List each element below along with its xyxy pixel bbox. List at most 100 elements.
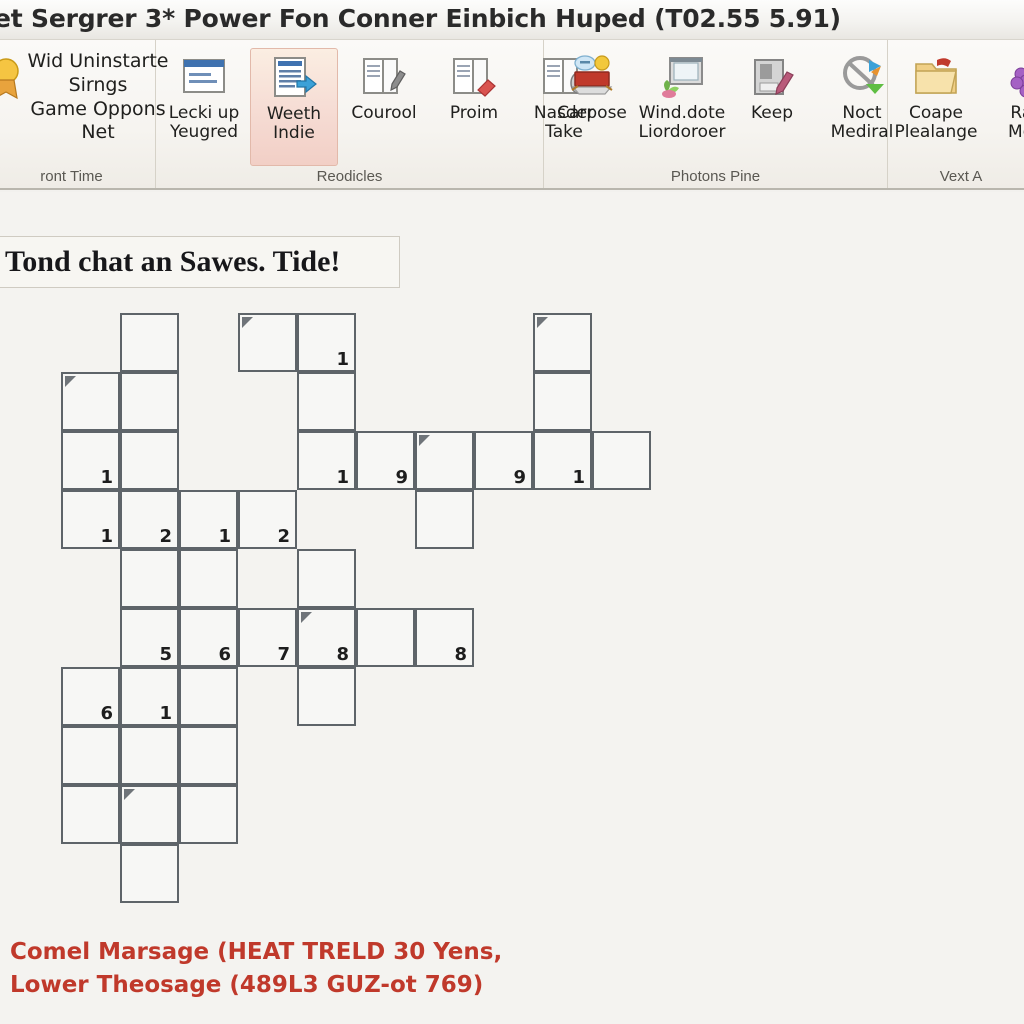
cell-corner-marker-icon [65,376,76,387]
weeth-indie-button-label: Weeth Indie [266,104,322,144]
wind-dote-liordoroer-button[interactable]: Wind.dote Liordoroer [638,48,726,166]
grid-cell[interactable] [592,431,651,490]
grid-cell[interactable] [120,313,179,372]
wid-uninstarte-sirngs-button[interactable]: Wid Uninstarte Sirngs Game Oppons Net [22,48,174,166]
crossword-grid[interactable]: 1 1 1 9 9 1 1 2 1 2 5 6 7 8 8 6 1 [0,192,1024,1024]
grid-cell[interactable] [120,785,179,844]
proim-button[interactable]: Proim [430,48,518,166]
window-icon [181,54,227,100]
cell-number: 1 [159,703,172,724]
grid-cell[interactable] [297,372,356,431]
ribbon-group-label: Vext A [939,168,983,185]
status-message-1: Comel Marsage (HEAT TRELD 30 Yens, [10,939,503,965]
presentation-icon [569,54,615,100]
grid-cell[interactable] [120,726,179,785]
cell-number: 9 [513,467,526,488]
grid-cell[interactable] [120,372,179,431]
cell-corner-marker-icon [124,789,135,800]
cell-number: 2 [277,526,290,547]
ribbon-group-label: Photons Pine [670,168,761,185]
grid-cell[interactable]: 1 [61,490,120,549]
grid-cell[interactable] [61,785,120,844]
ribbon-group-0: Wid Uninstarte Sirngs Game Oppons Net ron… [0,40,168,188]
grid-cell[interactable] [356,608,415,667]
grid-cell[interactable] [179,785,238,844]
grid-cell[interactable] [533,372,592,431]
book-eraser-icon [451,54,497,100]
grid-cell[interactable]: 9 [474,431,533,490]
coape-plealange-button[interactable]: Coape Plealange [892,48,980,166]
grid-cell[interactable] [120,431,179,490]
cell-number: 1 [336,349,349,370]
grid-cell[interactable] [533,313,592,372]
wind-dote-liordoroer-button-label: Wind.dote Liordoroer [638,103,726,143]
grid-cell[interactable] [120,549,179,608]
grid-cell[interactable]: 1 [179,490,238,549]
document-arrow-icon [271,55,317,101]
gold-partial-button[interactable] [0,48,20,166]
cell-number: 6 [100,703,113,724]
grid-cell[interactable] [120,844,179,903]
ribbon-group-label: Reodicles [316,168,383,185]
keep-button-label: Keep [750,103,793,123]
grid-cell[interactable] [179,726,238,785]
coape-plealange-button-label: Coape Plealange [894,103,978,143]
grid-cell[interactable] [415,431,474,490]
cell-number: 1 [572,467,585,488]
grid-cell[interactable]: 1 [297,431,356,490]
monitor-plant-icon [659,54,705,100]
cell-number: 7 [277,644,290,665]
lecki-up-yeugred-button[interactable]: Lecki up Yeugred [160,48,248,166]
cell-corner-marker-icon [419,435,430,446]
keep-button[interactable]: Keep [728,48,816,166]
lecki-up-yeugred-button-label: Lecki up Yeugred [168,103,240,143]
grid-cell[interactable] [238,313,297,372]
grid-cell[interactable]: 2 [238,490,297,549]
proim-button-label: Proim [449,103,499,123]
grid-cell[interactable]: 5 [120,608,179,667]
cell-number: 2 [159,526,172,547]
grid-cell[interactable]: 1 [297,313,356,372]
grid-cell[interactable]: 9 [356,431,415,490]
cell-number: 8 [336,644,349,665]
grid-cell[interactable] [415,490,474,549]
printer-pen-icon [749,54,795,100]
grid-cell[interactable]: 6 [61,667,120,726]
window-title: et Sergrer 3* Power Fon Conner Einbich H… [0,4,841,33]
grid-cell[interactable] [61,726,120,785]
cell-corner-marker-icon [301,612,312,623]
grid-cell[interactable]: 1 [120,667,179,726]
status-message-2: Lower Theosage (489L3 GUZ-ot 769) [10,971,484,998]
message-area: Comel Marsage (HEAT TRELD 30 Yens, Lower … [0,936,1024,1001]
grid-cell[interactable] [61,372,120,431]
cell-number: 1 [218,526,231,547]
wid-uninstarte-sirngs-button-label: Wid Uninstarte Sirngs Game Oppons Net [27,50,169,144]
courool-button[interactable]: Courool [340,48,428,166]
ribbon-group-2: Carpose Wind.dote Liordoroer Keep Noct Medi… [544,40,893,188]
grid-cell[interactable]: 1 [61,431,120,490]
grid-cell[interactable]: 8 [297,608,356,667]
grid-cell[interactable]: 2 [120,490,179,549]
grid-cell[interactable] [179,667,238,726]
ribbon-group-3: Coape Plealange Rac Men Vext A [888,40,1024,188]
cell-number: 1 [100,526,113,547]
grid-cell[interactable]: 7 [238,608,297,667]
weeth-indie-button[interactable]: Weeth Indie [250,48,338,166]
carpose-button[interactable]: Carpose [548,48,636,166]
main-content-area: Tond chat an Sawes. Tide! 11199112125678… [0,192,1024,1024]
no-sync-icon [839,54,885,100]
cell-number: 5 [159,644,172,665]
grid-cell[interactable]: 8 [415,608,474,667]
cell-number: 6 [218,644,231,665]
grid-cell[interactable]: 1 [533,431,592,490]
grid-cell[interactable] [297,549,356,608]
cell-corner-marker-icon [242,317,253,328]
grid-cell[interactable]: 6 [179,608,238,667]
cell-number: 8 [454,644,467,665]
rac-men-button[interactable]: Rac Men [982,48,1024,166]
grid-cell[interactable] [297,667,356,726]
folder-icon [913,54,959,100]
ribbon-toolbar: Wid Uninstarte Sirngs Game Oppons Net ron… [0,40,1024,190]
cell-number: 9 [395,467,408,488]
grid-cell[interactable] [179,549,238,608]
